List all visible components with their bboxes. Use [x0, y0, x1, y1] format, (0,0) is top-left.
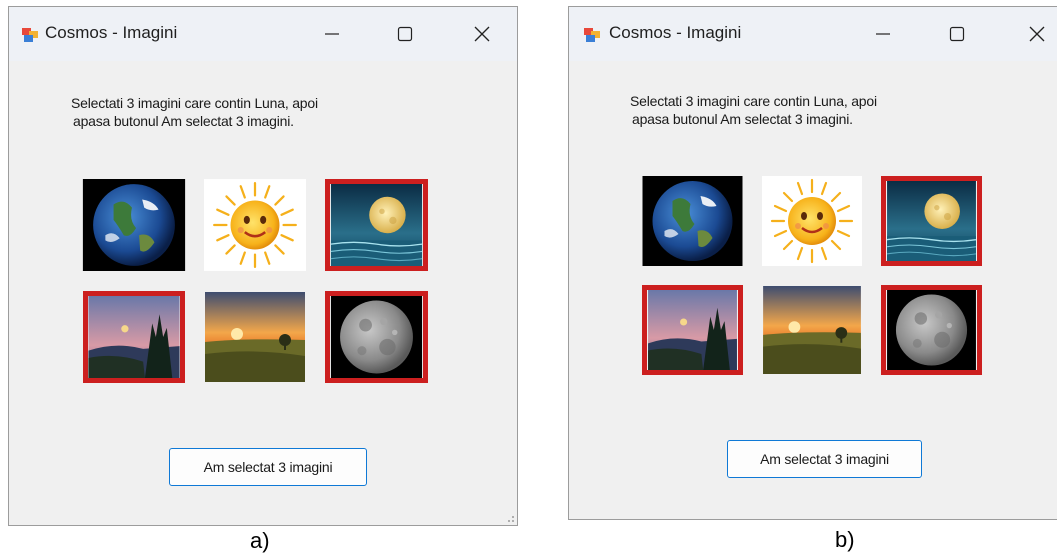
caption-b: b) — [835, 527, 855, 552]
maximize-icon — [397, 26, 413, 42]
close-icon — [1029, 26, 1045, 42]
image-moon-forest[interactable] — [642, 285, 743, 375]
caption-a: a) — [250, 528, 270, 553]
close-button[interactable] — [464, 17, 500, 51]
image-moon-surface[interactable] — [325, 291, 428, 383]
instruction-line-1: Selectati 3 imagini care contin Luna, ap… — [71, 95, 318, 111]
maximize-icon — [949, 26, 965, 42]
minimize-button[interactable] — [865, 17, 901, 51]
window-a: Cosmos - Imagini Selectati 3 imagini car… — [8, 6, 518, 526]
image-moon-sea[interactable] — [881, 176, 982, 266]
image-moon-sea[interactable] — [325, 179, 428, 271]
minimize-icon — [325, 33, 339, 35]
form-app-icon — [22, 28, 38, 42]
image-earth[interactable] — [82, 179, 186, 271]
image-moon-forest[interactable] — [83, 291, 185, 383]
close-icon — [474, 26, 490, 42]
submit-button[interactable]: Am selectat 3 imagini — [169, 448, 367, 486]
image-sunset[interactable] — [762, 286, 862, 374]
window-title: Cosmos - Imagini — [45, 23, 178, 42]
instruction-line-2: apasa butonul Am selectat 3 imagini. — [73, 113, 294, 129]
form-app-icon — [584, 28, 600, 42]
image-moon-surface[interactable] — [881, 285, 982, 375]
image-sun[interactable] — [762, 176, 862, 266]
title-bar[interactable]: Cosmos - Imagini — [9, 7, 517, 61]
image-sunset[interactable] — [204, 292, 306, 382]
minimize-button[interactable] — [314, 17, 350, 51]
image-sun[interactable] — [204, 179, 306, 271]
instruction-line-1: Selectati 3 imagini care contin Luna, ap… — [630, 93, 877, 109]
maximize-button[interactable] — [939, 17, 975, 51]
window-b: Cosmos - Imagini Selectati 3 imagini car… — [568, 6, 1057, 520]
resize-grip-icon[interactable] — [505, 513, 515, 523]
minimize-icon — [876, 33, 890, 35]
submit-button[interactable]: Am selectat 3 imagini — [727, 440, 922, 478]
window-title: Cosmos - Imagini — [609, 23, 742, 42]
close-button[interactable] — [1019, 17, 1055, 51]
title-bar[interactable]: Cosmos - Imagini — [569, 7, 1057, 61]
instruction-line-2: apasa butonul Am selectat 3 imagini. — [632, 111, 853, 127]
image-earth[interactable] — [642, 176, 743, 266]
maximize-button[interactable] — [387, 17, 423, 51]
